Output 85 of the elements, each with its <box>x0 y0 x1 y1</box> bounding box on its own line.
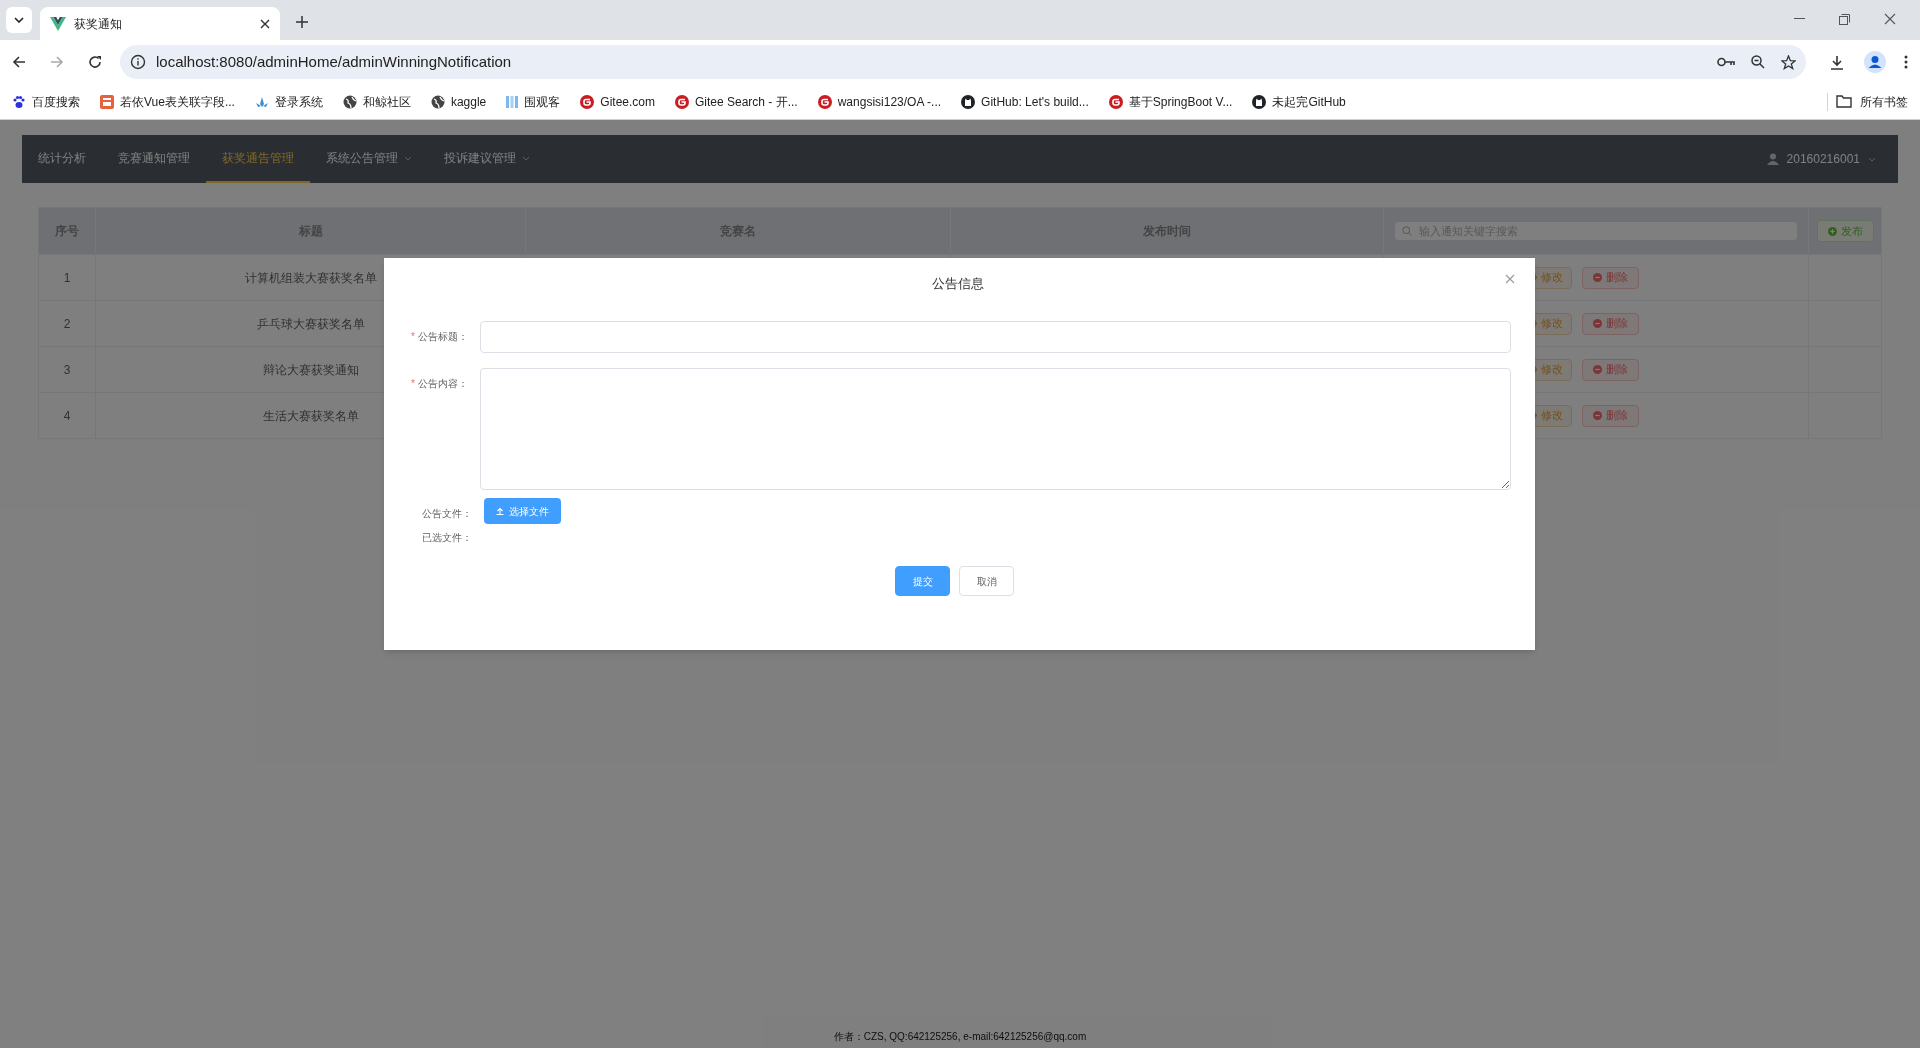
bookmark[interactable]: Gitee Search - 开... <box>675 92 798 111</box>
bookmark[interactable]: 登录系统 <box>254 92 323 111</box>
field-label: 公告内容： <box>418 377 468 391</box>
bookmark[interactable]: 基于SpringBoot V... <box>1108 92 1233 111</box>
minimize-icon[interactable] <box>1794 18 1805 20</box>
required-mark: * <box>411 377 415 391</box>
url-text: localhost:8080/adminHome/adminWinningNotification <box>156 51 513 72</box>
browser-tab[interactable]: 获奖通知 <box>40 7 280 40</box>
upload-icon <box>496 507 504 515</box>
new-tab-icon[interactable] <box>296 16 308 28</box>
nav-item[interactable]: 投诉建议管理 <box>428 135 546 183</box>
delete-button[interactable]: 删除 <box>1582 358 1639 381</box>
bookmark[interactable]: 若依Vue表关联字段... <box>100 92 235 111</box>
table-cell-text: 4 <box>63 407 71 425</box>
user-menu[interactable]: 20160216001 <box>1766 135 1898 183</box>
field-label: 公告文件： <box>422 507 472 521</box>
table-cell-text: 1 <box>63 269 71 287</box>
dialog-button[interactable]: 提交 <box>895 566 950 596</box>
bookmark[interactable]: 围观客 <box>506 92 561 111</box>
cat-logo-icon <box>1252 94 1267 109</box>
menu-icon[interactable] <box>1904 55 1908 69</box>
bookmark[interactable]: 未起完GitHub <box>1252 92 1346 111</box>
minus-circle-icon <box>1593 365 1602 374</box>
nav-item[interactable]: 竞赛通知管理 <box>102 135 206 183</box>
minus-circle-icon <box>1593 411 1602 420</box>
square-logo-icon <box>100 94 114 109</box>
back-icon[interactable] <box>12 55 26 69</box>
globe-icon <box>430 94 445 109</box>
table-cell-text: 计算机组装大赛获奖名单 <box>244 269 377 287</box>
minus-circle-icon <box>1593 319 1602 328</box>
table-cell-text: 辩论大赛获奖通知 <box>262 361 359 379</box>
table-cell-text: 生活大赛获奖名单 <box>262 407 359 425</box>
paw-icon <box>12 94 26 109</box>
reload-icon[interactable] <box>88 55 102 69</box>
footer-text: 作者：CZS, QQ:642125256, e-mail:642125256@qq.com <box>833 1030 1087 1044</box>
bookmark[interactable]: Gitee.com <box>580 92 655 111</box>
star-icon[interactable] <box>1781 54 1796 70</box>
table-cell-text: 2 <box>63 315 71 333</box>
bookmark[interactable]: kaggle <box>430 92 487 111</box>
g-logo-icon <box>675 94 689 109</box>
info-icon[interactable] <box>130 54 146 70</box>
globe-icon <box>342 94 357 109</box>
bookmark[interactable]: wangsisi123/OA -... <box>817 92 942 111</box>
table-cell-text: 3 <box>63 361 71 379</box>
dialog-button[interactable]: 取消 <box>959 566 1014 596</box>
nav-item[interactable]: 统计分析 <box>22 135 102 183</box>
restore-icon[interactable] <box>1839 13 1850 25</box>
delete-button[interactable]: 删除 <box>1582 266 1639 289</box>
address-bar[interactable]: localhost:8080/adminHome/adminWinningNotification <box>120 45 1806 79</box>
nav-item[interactable]: 系统公告管理 <box>310 135 428 183</box>
zoom-icon[interactable] <box>1751 55 1765 69</box>
caret-icon <box>1868 156 1876 162</box>
upload-button[interactable]: 选择文件 <box>484 498 561 524</box>
close-icon[interactable] <box>260 18 270 29</box>
minus-circle-icon <box>1593 273 1602 282</box>
user-icon <box>1766 153 1779 165</box>
bars-icon <box>506 94 519 109</box>
caret-icon <box>14 17 24 23</box>
v-logo-icon <box>50 16 66 31</box>
tab-search-button[interactable] <box>6 7 32 33</box>
field-label: 公告标题： <box>418 330 468 344</box>
bookmark[interactable]: 和鲸社区 <box>342 92 411 111</box>
profile-icon[interactable] <box>1864 51 1886 73</box>
required-mark: * <box>411 330 415 344</box>
delete-button[interactable]: 删除 <box>1582 312 1639 335</box>
bookmark[interactable]: 百度搜索 <box>12 92 80 111</box>
field-label: 已选文件： <box>422 531 472 545</box>
g-logo-icon <box>817 94 832 109</box>
search-icon <box>1402 226 1412 236</box>
plus-circle-icon <box>1827 226 1837 236</box>
folder-icon <box>1836 95 1852 108</box>
nav-item[interactable]: 获奖通告管理 <box>206 135 310 183</box>
cat-logo-icon <box>961 94 976 109</box>
g-logo-icon <box>580 94 595 109</box>
title-input[interactable] <box>480 321 1511 353</box>
all-bookmarks[interactable]: 所有书签 <box>1860 92 1908 111</box>
delete-button[interactable]: 删除 <box>1582 404 1639 427</box>
table-cell-text: 乒乓球大赛获奖名单 <box>256 315 365 333</box>
key-icon[interactable] <box>1717 57 1735 67</box>
close-icon[interactable] <box>1884 13 1896 25</box>
bookmark[interactable]: GitHub: Let's build... <box>961 92 1089 111</box>
tab-title: 获奖通知 <box>74 15 123 33</box>
g-logo-icon <box>1108 94 1123 109</box>
dialog-title: 公告信息 <box>931 275 984 294</box>
download-icon[interactable] <box>1830 54 1844 70</box>
